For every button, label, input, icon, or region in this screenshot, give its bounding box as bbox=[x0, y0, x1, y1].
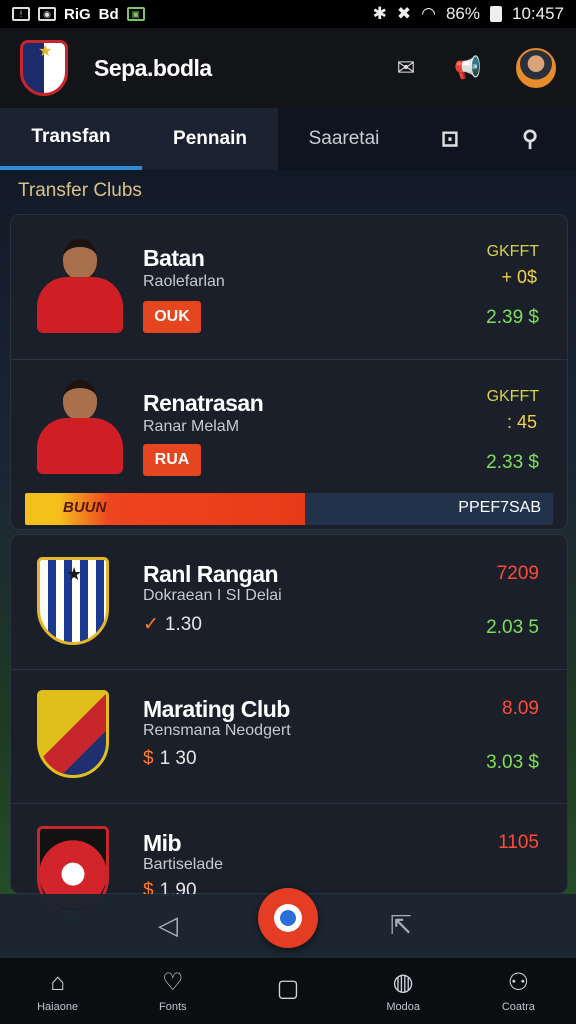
check-icon: ✓ bbox=[143, 614, 159, 635]
club-name: Mib bbox=[143, 830, 182, 856]
player-stat-change: : 45 bbox=[506, 412, 537, 432]
nav-label: Haiaone bbox=[37, 1001, 79, 1013]
tab-transfan[interactable]: Transfan bbox=[0, 108, 142, 170]
user-icon: ⚇ bbox=[507, 969, 530, 996]
nav-item-home[interactable]: ⌂ Haiaone bbox=[18, 969, 98, 1013]
nav-item-fonts[interactable]: ♡ Fonts bbox=[133, 969, 213, 1013]
player-name: Batan bbox=[143, 245, 205, 271]
club-name: Ranl Rangan bbox=[143, 561, 279, 587]
transfer-progress-bar: BUUN PPEF7SAB bbox=[25, 493, 553, 525]
progress-right-label: PPEF7SAB bbox=[458, 499, 541, 516]
club-top-value: 8.09 bbox=[502, 698, 539, 719]
club-row[interactable]: Mib Bartiselade $1.90 1105 bbox=[11, 803, 567, 914]
nav-item-coatra[interactable]: ⚇ Coatra bbox=[478, 969, 558, 1013]
section-label: Transfer Clubs bbox=[18, 180, 142, 201]
tab-saaretai[interactable]: Saaretai bbox=[278, 108, 410, 170]
clock: 10:457 bbox=[512, 4, 564, 23]
progress-left-label: BUUN bbox=[63, 499, 107, 516]
chat-fab-button[interactable] bbox=[258, 888, 318, 948]
gallery-icon: ▣ bbox=[126, 7, 145, 21]
app-bar-actions: ✉ 📢 bbox=[392, 48, 556, 88]
nav-item-modoa[interactable]: ◍ Modoa bbox=[363, 969, 443, 1013]
player-row[interactable]: Batan Raolefarlan OUK GKFFT + 0$ 2.39 $ bbox=[11, 215, 567, 359]
status-bar: ! ◉ RiG Bd ▣ ✱ ✖ ◠ 86% 10:457 bbox=[0, 0, 576, 28]
player-subtitle: Raolefarlan bbox=[143, 273, 225, 290]
back-arrow-icon[interactable]: ◁ bbox=[158, 910, 178, 941]
status-left: ! ◉ RiG Bd ▣ bbox=[12, 6, 145, 23]
clubs-card: ★ Ranl Rangan Dokraean I SI Delai ✓ 1.30 … bbox=[10, 534, 568, 914]
club-row[interactable]: ★ Ranl Rangan Dokraean I SI Delai ✓ 1.30 … bbox=[11, 535, 567, 669]
club-top-value: 7209 bbox=[496, 563, 539, 584]
message-icon[interactable]: ✉ bbox=[392, 55, 420, 81]
coin-icon: $ bbox=[143, 748, 154, 769]
club-meta-value: 1 30 bbox=[159, 748, 197, 769]
player-jersey bbox=[37, 418, 123, 474]
player-subtitle: Ranar MelaM bbox=[143, 418, 240, 435]
camera-icon: ◉ bbox=[38, 7, 56, 21]
tablet-icon: ▢ bbox=[276, 975, 300, 1002]
club-subtitle: Rensmana Neodgert bbox=[143, 722, 291, 739]
club-bottom-value: 2.03 5 bbox=[486, 617, 539, 638]
player-photo bbox=[33, 229, 123, 333]
megaphone-icon[interactable]: 📢 bbox=[454, 55, 482, 81]
player-stat-label: GKFFT bbox=[486, 388, 539, 405]
notification-icon: ! bbox=[12, 7, 30, 21]
player-name: Renatrasan bbox=[143, 390, 264, 416]
player-stat-change: + 0$ bbox=[501, 267, 537, 287]
club-subtitle: Bartiselade bbox=[143, 856, 224, 873]
chat-icon bbox=[274, 904, 302, 932]
battery-icon bbox=[490, 6, 502, 22]
tab-pennain[interactable]: Pennain bbox=[142, 108, 278, 170]
nav-item-tablet[interactable]: ▢ bbox=[248, 975, 328, 1007]
club-meta-value: 1.30 bbox=[164, 614, 202, 635]
player-stat-value: 2.39 $ bbox=[486, 307, 539, 328]
nav-label: Modoa bbox=[386, 1001, 420, 1013]
bottom-nav: ⌂ Haiaone ♡ Fonts ▢ ◍ Modoa ⚇ Coatra bbox=[0, 958, 576, 1024]
player-jersey bbox=[37, 277, 123, 333]
ball-icon: ◍ bbox=[392, 969, 414, 996]
club-subtitle: Dokraean I SI Delai bbox=[143, 587, 282, 604]
club-crest bbox=[37, 690, 109, 778]
app-bar: Sepa.bodla ✉ 📢 bbox=[0, 28, 576, 108]
tab-grid-icon[interactable]: ⊡ bbox=[410, 108, 490, 170]
search-icon[interactable]: ⚲ bbox=[490, 108, 570, 170]
signal-icon: ✖ bbox=[396, 4, 412, 23]
club-row[interactable]: Marating Club Rensmana Neodgert $1 30 8.… bbox=[11, 669, 567, 803]
home-icon: ⌂ bbox=[50, 969, 65, 996]
nav-label: Fonts bbox=[159, 1001, 187, 1013]
player-stat-value: 2.33 $ bbox=[486, 452, 539, 473]
player-stat-label: GKFFT bbox=[486, 243, 539, 260]
heart-shield-icon: ♡ bbox=[162, 969, 184, 996]
players-card: Batan Raolefarlan OUK GKFFT + 0$ 2.39 $ … bbox=[10, 214, 568, 530]
app-title: Sepa.bodla bbox=[94, 54, 212, 81]
bluetooth-icon: ✱ bbox=[372, 4, 387, 23]
player-head bbox=[63, 239, 97, 279]
club-name: Marating Club bbox=[143, 696, 290, 722]
club-meta: ✓ 1.30 bbox=[143, 613, 202, 636]
wifi-icon: ◠ bbox=[421, 4, 436, 23]
status-text-1: RiG bbox=[64, 5, 91, 23]
player-head bbox=[63, 380, 97, 420]
club-crest: ★ bbox=[37, 557, 109, 645]
status-right: ✱ ✖ ◠ 86% 10:457 bbox=[373, 4, 564, 24]
tab-bar: Transfan Pennain Saaretai ⊡ ⚲ bbox=[0, 108, 576, 170]
club-logo[interactable] bbox=[20, 40, 68, 96]
battery-percent: 86% bbox=[445, 4, 480, 23]
player-row[interactable]: Renatrasan Ranar MelaM RUA GKFFT : 45 2.… bbox=[11, 359, 567, 491]
club-top-value: 1105 bbox=[498, 832, 539, 853]
player-badge[interactable]: RUA bbox=[143, 444, 201, 476]
avatar[interactable] bbox=[516, 48, 556, 88]
club-bottom-value: 3.03 $ bbox=[486, 752, 539, 773]
share-icon[interactable]: ⇱ bbox=[390, 910, 412, 941]
club-meta: $1 30 bbox=[143, 748, 197, 770]
status-text-2: Bd bbox=[98, 5, 119, 23]
nav-label: Coatra bbox=[501, 1001, 535, 1013]
star-icon: ★ bbox=[66, 564, 83, 584]
player-photo bbox=[33, 370, 123, 474]
player-badge[interactable]: OUK bbox=[143, 301, 201, 333]
